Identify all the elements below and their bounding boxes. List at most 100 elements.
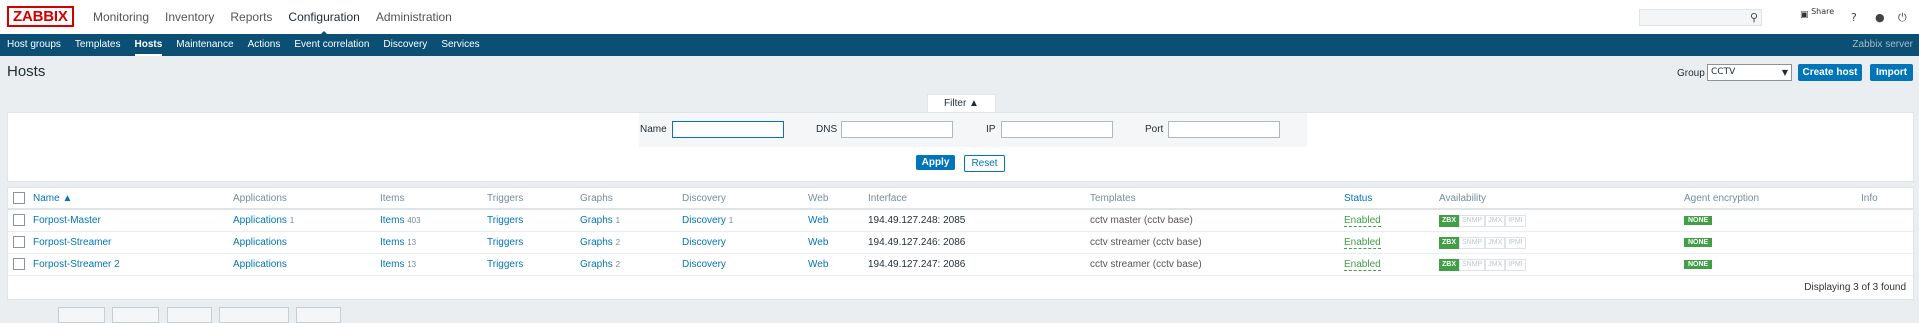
search-input[interactable]: ⚲ [1639,9,1762,26]
snmp-badge: SNMP [1459,237,1486,249]
menu-inventory[interactable]: Inventory [165,10,214,24]
menu-administration[interactable]: Administration [376,10,452,24]
search-icon[interactable]: ⚲ [1750,11,1758,24]
table-row: Forpost-Streamer 2 Applications Items 13… [8,254,1913,276]
items-count: 13 [407,260,417,269]
discovery-link[interactable]: Discovery [682,237,726,248]
applications-link[interactable]: Applications [233,237,287,248]
group-label: Group [1677,68,1705,79]
items-link[interactable]: Items [380,237,404,248]
mass-action-button[interactable] [58,307,105,323]
host-name-link[interactable]: Forpost-Streamer [33,237,111,248]
snmp-badge: SNMP [1459,259,1486,271]
header-info: Info [1861,193,1878,204]
items-count: 13 [407,238,417,247]
web-link[interactable]: Web [808,215,828,226]
triggers-link[interactable]: Triggers [487,215,523,226]
status-toggle[interactable]: Enabled [1344,215,1381,227]
header-discovery: Discovery [682,193,726,204]
header-availability: Availability [1439,193,1487,204]
triggers-link[interactable]: Triggers [487,259,523,270]
ipmi-badge: IPMI [1505,237,1526,249]
menu-reports[interactable]: Reports [230,10,272,24]
host-name-link[interactable]: Forpost-Master [33,215,101,226]
submenu-templates[interactable]: Templates [75,39,121,50]
submenu-hosts[interactable]: Hosts [134,39,162,56]
user-icon[interactable]: ● [1875,11,1885,24]
items-link[interactable]: Items [380,215,404,226]
applications-link[interactable]: Applications [233,215,287,226]
mass-action-button[interactable] [112,307,159,323]
mass-action-button[interactable] [219,307,289,323]
filter-port-label: Port [1145,124,1164,135]
power-icon[interactable]: ⏻ [1898,11,1907,25]
graphs-count: 2 [615,260,621,269]
triggers-link[interactable]: Triggers [487,237,523,248]
graphs-link[interactable]: Graphs [580,259,613,270]
header-applications: Applications [233,193,287,204]
filter-tab[interactable]: Filter ▲ [927,94,996,113]
templates-value: cctv streamer (cctv base) [1090,237,1202,248]
zabbix-logo[interactable]: ZABBIX [7,6,74,27]
import-button[interactable]: Import [1870,64,1913,81]
filter-dns-input[interactable] [841,121,953,138]
group-select[interactable]: CCTV ▼ [1707,64,1792,81]
row-checkbox[interactable] [13,236,25,248]
snmp-badge: SNMP [1459,215,1486,227]
create-host-button[interactable]: Create host [1798,64,1862,81]
filter-ip-input[interactable] [1001,121,1113,138]
share-button[interactable]: ▣ Share [1800,7,1834,20]
encryption-badge: NONE [1684,216,1713,225]
header-status[interactable]: Status [1344,193,1372,204]
row-checkbox[interactable] [13,258,25,270]
status-toggle[interactable]: Enabled [1344,259,1381,271]
help-icon[interactable]: ? [1851,11,1857,24]
mass-action-button[interactable] [296,307,341,323]
web-link[interactable]: Web [808,237,828,248]
submenu-host-groups[interactable]: Host groups [7,39,61,50]
filter-panel: Name DNS IP Port Apply Reset [7,112,1914,182]
reset-button[interactable]: Reset [964,155,1005,172]
sub-menu: Host groups Templates Hosts Maintenance … [0,34,1919,56]
mass-action-button[interactable] [167,307,212,323]
filter-port-input[interactable] [1168,121,1280,138]
header-name[interactable]: Name ▲ [33,193,72,204]
submenu-event-correlation[interactable]: Event correlation [294,39,369,50]
submenu-actions[interactable]: Actions [248,39,281,50]
submenu-discovery[interactable]: Discovery [383,39,427,50]
discovery-count: 1 [728,216,734,225]
availability-badges: ZBX SNMP JMX IPMI [1439,214,1526,227]
web-link[interactable]: Web [808,259,828,270]
discovery-link[interactable]: Discovery [682,215,726,226]
filter-name-input[interactable] [672,121,784,138]
status-toggle[interactable]: Enabled [1344,237,1381,249]
ipmi-badge: IPMI [1505,259,1526,271]
table-row: Forpost-Streamer Applications Items 13 T… [8,232,1913,254]
row-checkbox[interactable] [13,214,25,226]
menu-configuration[interactable]: Configuration [288,10,360,37]
graphs-link[interactable]: Graphs [580,237,613,248]
submenu-maintenance[interactable]: Maintenance [176,39,233,50]
applications-link[interactable]: Applications [233,259,287,270]
graphs-count: 1 [615,216,621,225]
header-triggers: Triggers [487,193,524,204]
filter-name-label: Name [640,124,667,135]
submenu-services[interactable]: Services [441,39,479,50]
select-all-checkbox[interactable] [13,192,25,204]
top-bar: ZABBIX Monitoring Inventory Reports Conf… [0,0,1919,37]
jmx-badge: JMX [1485,259,1506,271]
jmx-badge: JMX [1485,237,1506,249]
items-count: 403 [407,216,421,225]
graphs-count: 2 [615,238,621,247]
host-name-link[interactable]: Forpost-Streamer 2 [33,259,120,270]
availability-badges: ZBX SNMP JMX IPMI [1439,236,1526,249]
jmx-badge: JMX [1485,215,1506,227]
apply-button[interactable]: Apply [916,155,955,170]
discovery-link[interactable]: Discovery [682,259,726,270]
graphs-link[interactable]: Graphs [580,215,613,226]
menu-monitoring[interactable]: Monitoring [93,10,149,24]
header-items: Items [380,193,405,204]
filter-ip-label: IP [986,124,996,135]
group-selected-value: CCTV [1711,67,1736,77]
items-link[interactable]: Items [380,259,404,270]
